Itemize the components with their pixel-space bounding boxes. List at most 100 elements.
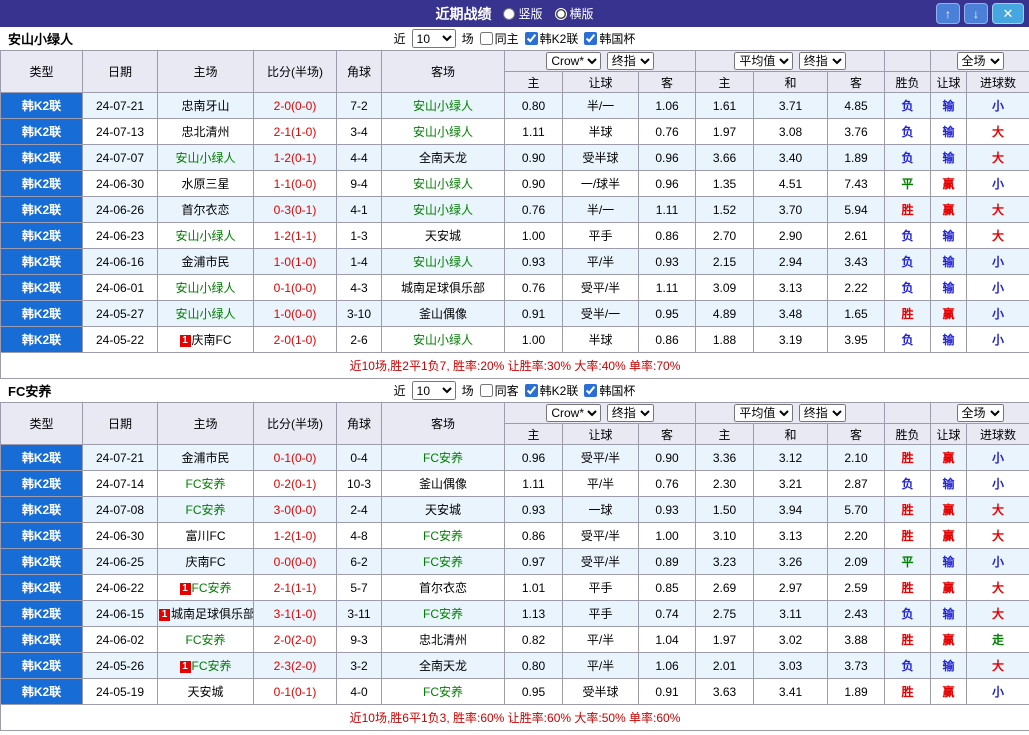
section-header: FC安养 近 10 场 同客 韩K2联 韩国杯 [0,379,1029,402]
score-cell: 0-2(0-1) [253,470,337,497]
close-icon: ✕ [1002,5,1014,21]
home-team-cell: 安山小绿人 [157,222,254,249]
match-row: 韩K2联 24-05-26 1 FC安养 2-3(2-0) 3-2 全南天龙 0.80 平/半 1… [0,652,1029,679]
away-team-name: FC安养 [423,451,463,465]
handicap-line: 半/一 [562,92,639,119]
league-option[interactable]: 韩K2联 [524,382,578,399]
league-cell: 韩K2联 [0,522,83,549]
handicap-away-odds: 0.95 [637,300,697,327]
handicap-line: 受平/半 [562,444,639,471]
scroll-up-button[interactable]: ↑ [936,3,960,24]
layout-horizontal-option[interactable]: 横版 [554,5,594,22]
avg-home-odds: 3.66 [695,144,755,171]
same-venue-option[interactable]: 同客 [479,382,519,399]
avg-away-odds: 2.43 [827,600,886,627]
match-date-cell: 24-07-21 [82,92,158,119]
cup-option[interactable]: 韩国杯 [584,382,635,399]
col-type: 类型 [0,402,83,445]
away-team-name: 安山小绿人 [412,99,473,113]
league-cell: 韩K2联 [0,222,83,249]
league-cell: 韩K2联 [0,274,83,301]
average-select[interactable]: 平均值 [734,52,794,70]
goals-cell: 大 [966,522,1029,549]
league-checkbox[interactable] [524,32,538,45]
match-date-cell: 24-05-19 [82,678,158,705]
goals-cell: 大 [966,496,1029,523]
score-cell: 0-3(0-1) [253,196,337,223]
score-cell: 2-0(0-0) [253,92,337,119]
handicap-result-cell: 赢 [930,196,968,223]
corner-cell: 6-2 [336,548,382,575]
away-team-cell: 首尔衣恋 [381,574,505,601]
average-select[interactable]: 平均值 [734,404,794,422]
avg-away-odds: 3.43 [827,248,886,275]
handicap-result-cell: 赢 [930,444,968,471]
home-team-name: 金浦市民 [181,451,230,465]
match-date-cell: 24-07-13 [82,118,158,145]
match-row: 韩K2联 24-06-22 1 FC安养 2-1(1-1) 5-7 首尔衣恋 1.01 平手 0.… [0,574,1029,601]
home-team-name: 首尔衣恋 [181,203,230,217]
league-cell: 韩K2联 [0,496,83,523]
away-team-name: FC安养 [423,529,463,543]
corner-cell: 2-6 [336,326,382,353]
europe-time-select[interactable]: 终指 [798,52,846,70]
away-team-cell: FC安养 [381,548,505,575]
cup-checkbox[interactable] [584,32,598,45]
corner-cell: 1-3 [336,222,382,249]
away-team-name: 城南足球俱乐部 [400,281,485,295]
col-goals: 进球数 [966,423,1029,445]
match-row: 韩K2联 24-06-25 庆南FC 0-0(0-0) 6-2 FC安养 0.97 受平/半 0… [0,548,1029,575]
avg-home-odds: 1.52 [695,196,755,223]
rank-badge: 1 [179,335,191,347]
avg-home-odds: 2.30 [695,470,755,497]
handicap-result-cell: 输 [930,248,968,275]
home-team-cell: 天安城 [157,678,254,705]
goals-cell: 大 [966,196,1029,223]
result-cell: 负 [884,326,932,353]
goals-cell: 走 [966,626,1029,653]
away-team-name: FC安养 [423,607,463,621]
recent-count-select[interactable]: 10 [411,29,456,48]
horizontal-radio[interactable] [554,7,567,20]
away-team-name: FC安养 [423,685,463,699]
handicap-line: 平/半 [562,248,639,275]
scroll-down-button[interactable]: ↓ [964,3,988,24]
close-button[interactable]: ✕ [992,3,1024,24]
goals-cell: 小 [966,444,1029,471]
vertical-radio[interactable] [503,7,516,20]
away-team-cell: 全南天龙 [381,652,505,679]
goals-cell: 大 [966,144,1029,171]
league-option[interactable]: 韩K2联 [524,30,578,47]
handicap-result-cell: 输 [930,652,968,679]
home-team-name: 安山小绿人 [175,307,236,321]
cup-option[interactable]: 韩国杯 [584,30,635,47]
match-date-cell: 24-06-23 [82,222,158,249]
cup-checkbox[interactable] [584,384,598,397]
handicap-home-odds: 0.90 [504,144,563,171]
fulltime-select[interactable]: 全场 [956,404,1004,422]
score-cell: 2-3(2-0) [253,652,337,679]
home-team-cell: 庆南FC [157,548,254,575]
fulltime-select[interactable]: 全场 [956,52,1004,70]
handicap-time-select[interactable]: 终指 [606,404,654,422]
league-cell: 韩K2联 [0,170,83,197]
col-odds-handicap: 让球 [562,71,639,93]
score-cell: 0-1(0-0) [253,444,337,471]
europe-time-select[interactable]: 终指 [798,404,846,422]
bookmaker-select[interactable]: Crow* [546,52,602,70]
bookmaker-select[interactable]: Crow* [546,404,602,422]
same-venue-checkbox[interactable] [479,384,493,397]
avg-home-odds: 1.88 [695,326,755,353]
layout-vertical-option[interactable]: 竖版 [503,5,543,22]
away-team-name: 釜山偶像 [418,307,467,321]
recent-count-select[interactable]: 10 [411,381,456,400]
league-checkbox[interactable] [524,384,538,397]
handicap-time-select[interactable]: 终指 [606,52,654,70]
score-cell: 2-1(1-0) [253,118,337,145]
goals-cell: 小 [966,470,1029,497]
handicap-line: 平手 [562,574,639,601]
away-team-name: 釜山偶像 [418,477,467,491]
same-venue-option[interactable]: 同主 [479,30,519,47]
same-venue-checkbox[interactable] [479,32,493,45]
league-cell: 韩K2联 [0,678,83,705]
